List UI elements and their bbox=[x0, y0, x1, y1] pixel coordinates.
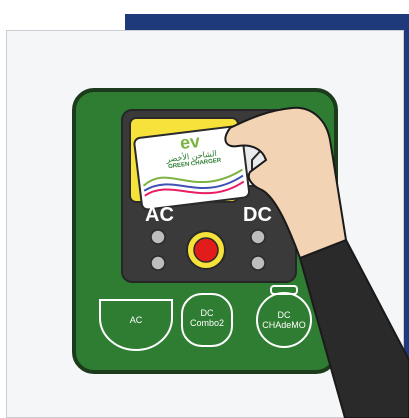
port-dc-chademo-line2: CHAdeMO bbox=[262, 320, 306, 330]
indicator-light bbox=[250, 229, 266, 245]
indicator-light bbox=[250, 255, 266, 271]
ac-label: AC bbox=[145, 204, 174, 226]
port-dc-chademo-line1: DC bbox=[277, 310, 291, 320]
port-dc-combo2-label: DC Combo2 bbox=[182, 308, 232, 328]
indicator-light bbox=[150, 229, 166, 245]
charger-illustration bbox=[72, 88, 409, 418]
indicator-light bbox=[150, 255, 166, 271]
port-ac-label: AC bbox=[112, 315, 160, 325]
port-dc-combo2-line1: DC bbox=[200, 308, 214, 318]
port-ac-line1: AC bbox=[129, 315, 143, 325]
port-dc-combo2-line2: Combo2 bbox=[189, 318, 225, 328]
dc-label: DC bbox=[243, 204, 272, 226]
port-dc-chademo-label: DC CHAdeMO bbox=[257, 310, 311, 330]
